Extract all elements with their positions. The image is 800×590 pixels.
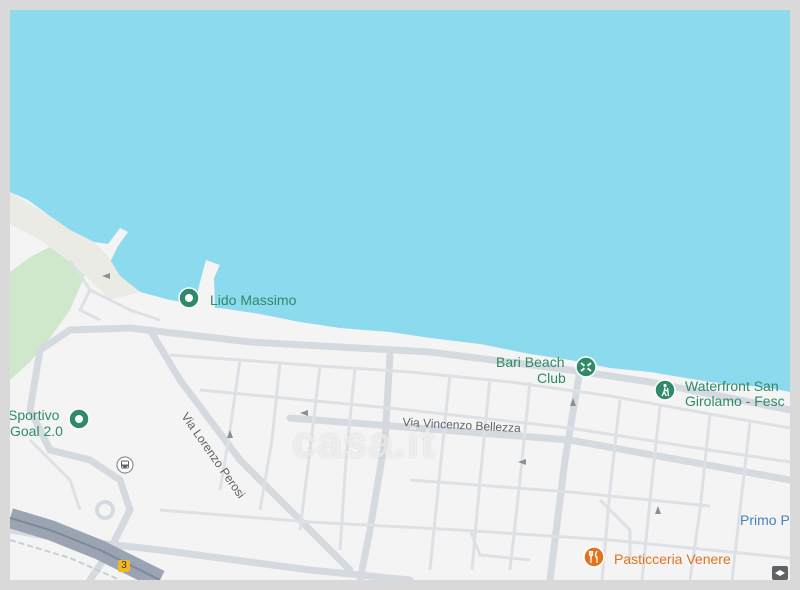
casa-it-watermark: casa.it: [292, 418, 436, 468]
poi-lido-massimo[interactable]: Lido Massimo: [210, 292, 296, 308]
poi-bari-beach-club-line1[interactable]: Bari Beach: [496, 354, 564, 370]
place-pin-icon[interactable]: [68, 408, 90, 435]
poi-waterfront-line1[interactable]: Waterfront San: [685, 378, 779, 394]
poi-primo[interactable]: Primo P: [740, 512, 790, 528]
hiking-icon[interactable]: [654, 379, 676, 406]
poi-sportivo-line2[interactable]: Goal 2.0: [10, 423, 63, 439]
roundabout: [95, 500, 115, 520]
poi-pasticceria-venere[interactable]: Pasticceria Venere: [614, 551, 731, 567]
road-shield-label: 3: [121, 560, 127, 571]
watermark-text: casa.it: [292, 418, 436, 467]
beach-club-icon[interactable]: [575, 356, 597, 383]
bus-stop-icon[interactable]: [116, 456, 134, 479]
road-shield-icon: 3: [118, 560, 130, 572]
layers-icon[interactable]: [772, 566, 788, 580]
poi-waterfront-line2[interactable]: Girolamo - Fesc: [685, 393, 785, 409]
map-canvas[interactable]: [10, 10, 790, 580]
restaurant-icon[interactable]: [583, 546, 605, 573]
poi-bari-beach-club-line2[interactable]: Club: [537, 370, 566, 386]
poi-sportivo-line1[interactable]: Sportivo: [10, 407, 59, 423]
place-pin-icon[interactable]: [178, 287, 200, 314]
map-frame[interactable]: 3 Lido Massimo Bari Beach Club Waterfron…: [10, 10, 790, 580]
